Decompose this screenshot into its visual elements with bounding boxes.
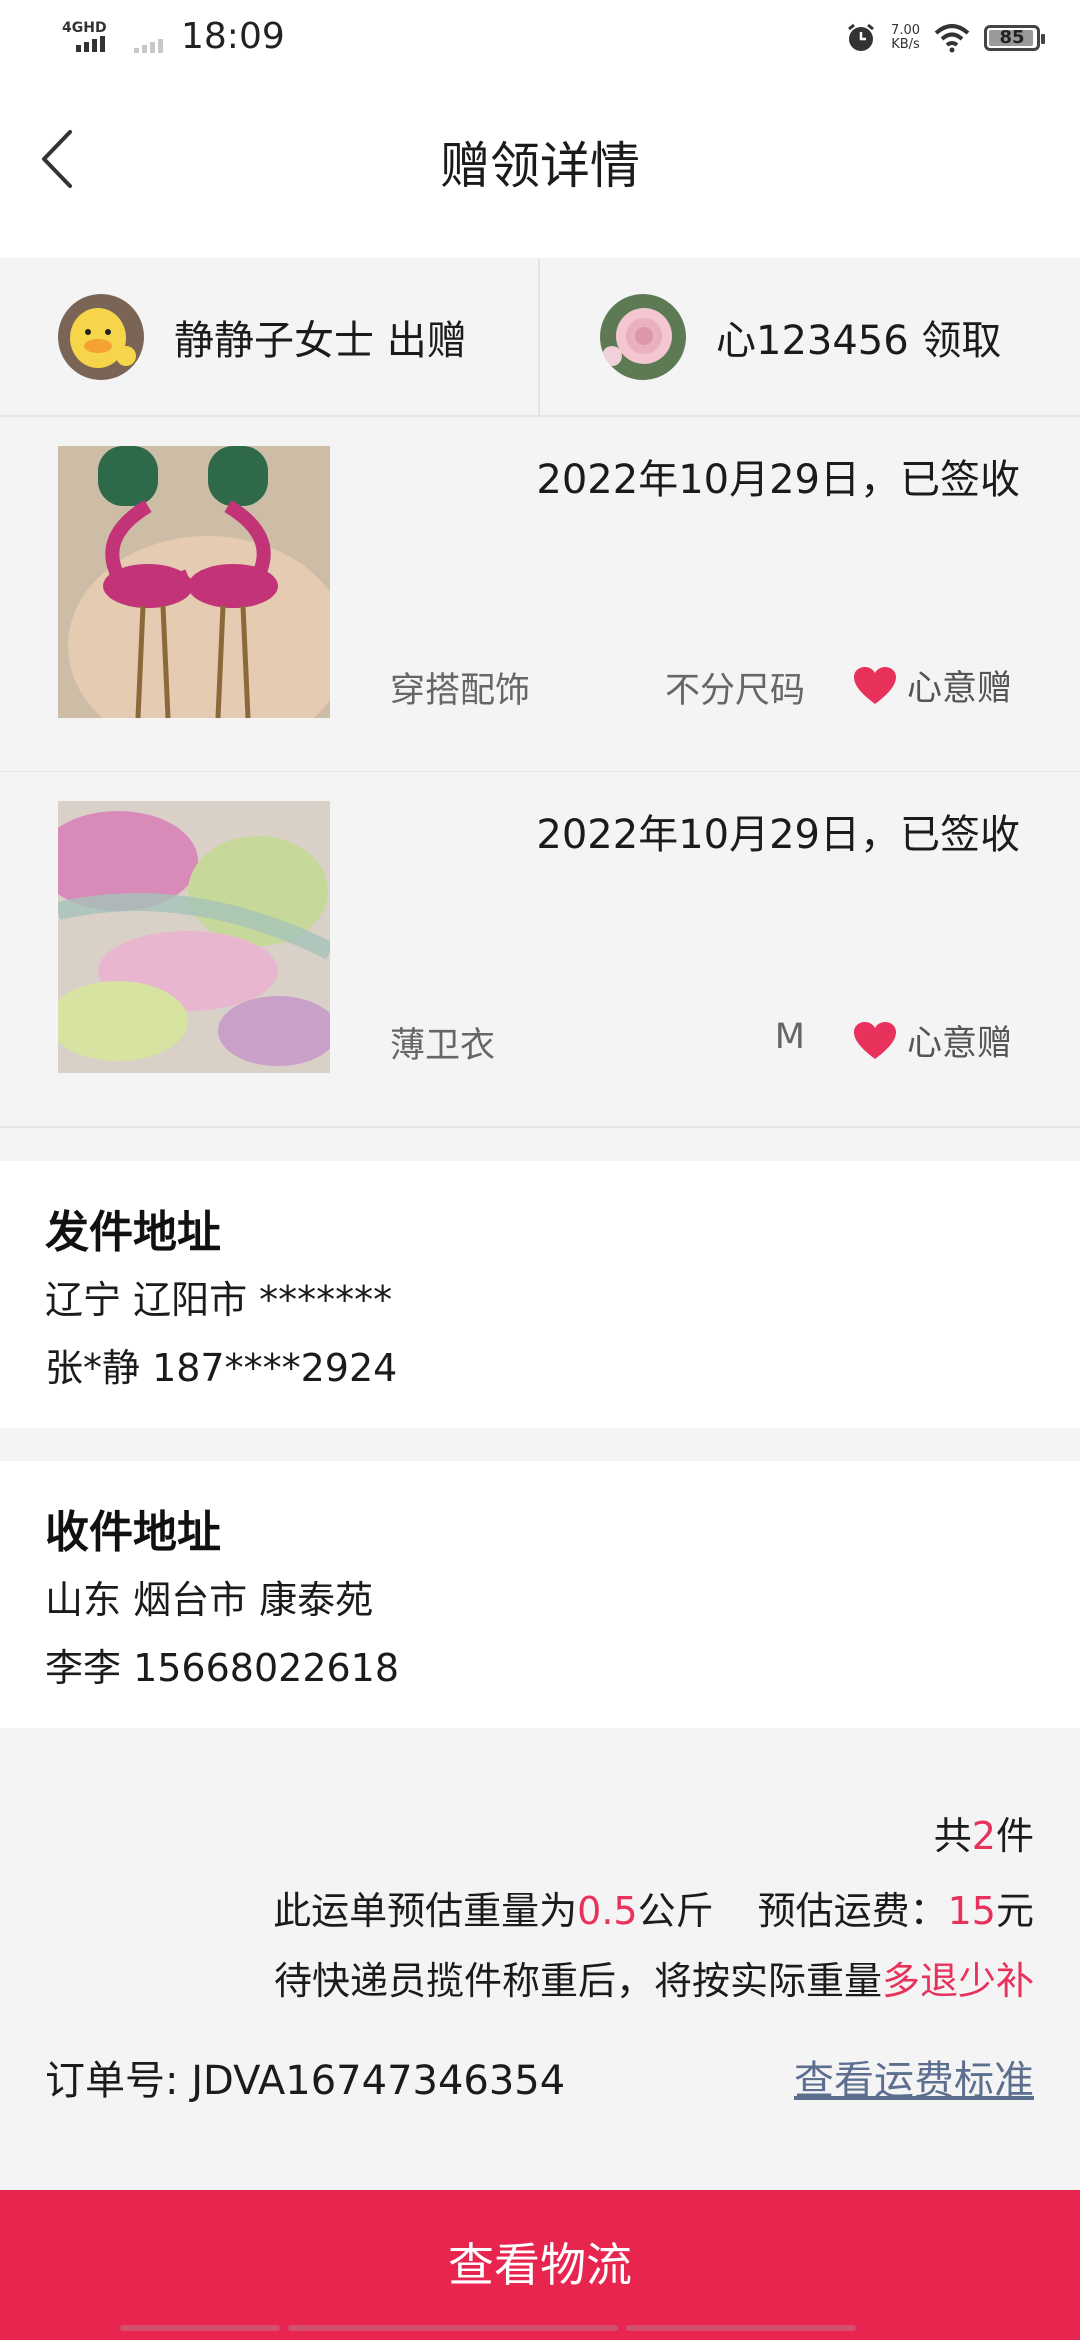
- receiver-contact: 李李 15668022618: [45, 1646, 400, 1690]
- receiver-address: 山东 烟台市 康泰苑: [45, 1578, 374, 1622]
- giver[interactable]: 静静子女士 出赠: [58, 258, 467, 415]
- giver-name: 静静子女士 出赠: [174, 317, 467, 364]
- gift-item[interactable]: 2022年10月29日，已签收 薄卫衣 M 心意赠: [0, 772, 1080, 1128]
- gesture-bar: [120, 2325, 960, 2331]
- item-thumbnail[interactable]: [58, 801, 330, 1073]
- network-indicator: 4GHD: [62, 18, 112, 58]
- item-category: 薄卫衣: [390, 1026, 496, 1066]
- receiver[interactable]: 心123456 领取: [600, 258, 1001, 415]
- receiver-avatar[interactable]: [600, 293, 686, 380]
- sender-contact: 张*静 187****2924: [45, 1346, 398, 1390]
- clock: 18:09: [181, 15, 285, 57]
- divider: [538, 258, 540, 415]
- heart-icon: [853, 666, 896, 704]
- order-number: 订单号: JDVA16747346354: [45, 2058, 566, 2104]
- item-category: 穿搭配饰: [390, 671, 531, 711]
- signal-icon: [76, 36, 105, 52]
- view-logistics-button[interactable]: 查看物流: [0, 2190, 1080, 2340]
- page-title: 赠领详情: [440, 137, 640, 195]
- weight-fee: 此运单预估重量为0.5公斤 预估运费：15元: [273, 1889, 1034, 1933]
- battery-icon: 85: [984, 25, 1045, 51]
- network-type: 4GHD: [62, 20, 107, 36]
- sender-address: 辽宁 辽阳市 *******: [45, 1278, 393, 1322]
- item-count: 共2件: [933, 1814, 1034, 1858]
- sender-address-card: 发件地址 辽宁 辽阳市 ******* 张*静 187****2924: [0, 1161, 1080, 1428]
- delivery-status: 2022年10月29日，已签收: [536, 457, 1020, 503]
- alarm-icon: [848, 23, 874, 51]
- receiver-heading: 收件地址: [45, 1507, 221, 1558]
- signal-icon-secondary: [134, 39, 163, 53]
- gift-type: 心意赠: [853, 1015, 1012, 1066]
- wifi-icon: [934, 24, 970, 53]
- item-size: 不分尺码: [664, 671, 805, 711]
- navigation-header: 赠领详情: [0, 80, 1080, 258]
- heart-icon: [853, 1021, 896, 1059]
- receiver-address-card: 收件地址 山东 烟台市 康泰苑 李李 15668022618: [0, 1461, 1080, 1728]
- item-size: M: [774, 1017, 805, 1057]
- receiver-name: 心123456 领取: [716, 317, 1002, 364]
- shipping-summary: 共2件 此运单预估重量为0.5公斤 预估运费：15元 待快递员揽件称重后，将按实际…: [0, 1730, 1080, 2190]
- fee-standard-link[interactable]: 查看运费标准: [794, 2048, 1034, 2106]
- weight-note: 待快递员揽件称重后，将按实际重量多退少补: [273, 1959, 1034, 2003]
- network-speed: 7.00 KB/s: [891, 23, 920, 52]
- parties-bar: 静静子女士 出赠 心123456 领取: [0, 258, 1080, 417]
- giver-avatar[interactable]: [58, 293, 144, 380]
- delivery-status: 2022年10月29日，已签收: [536, 812, 1020, 858]
- gift-type: 心意赠: [853, 660, 1012, 711]
- sender-heading: 发件地址: [45, 1207, 221, 1258]
- status-bar: 4GHD 18:09 7.00 KB/s 85: [0, 0, 1080, 80]
- gift-item[interactable]: 2022年10月29日，已签收 穿搭配饰 不分尺码 心意赠: [0, 417, 1080, 773]
- item-thumbnail[interactable]: [58, 446, 330, 718]
